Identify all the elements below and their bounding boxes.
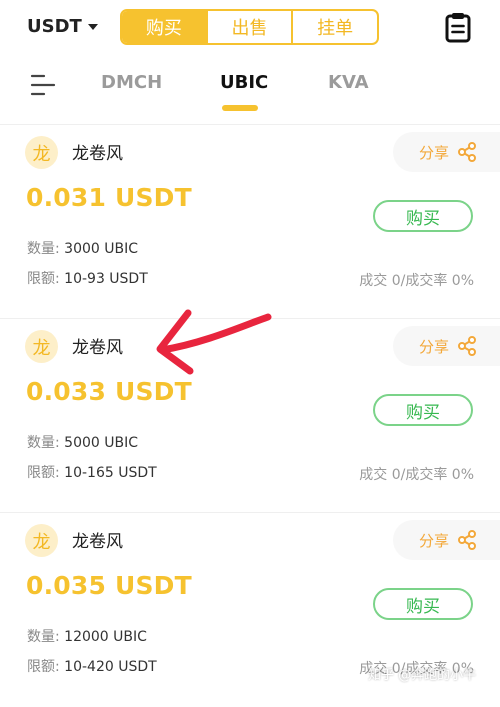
quantity-label: 数量:: [27, 435, 60, 451]
price: 0.033 USDT: [26, 377, 192, 406]
limit-value: 10-165 USDT: [64, 465, 157, 481]
trade-mode-segmented-control: 购买 出售 挂单: [120, 9, 379, 45]
buy-button[interactable]: 购买: [373, 588, 473, 620]
buy-button[interactable]: 购买: [373, 200, 473, 232]
limit-label: 限额:: [27, 271, 60, 287]
segment-buy[interactable]: 购买: [122, 11, 206, 43]
limit-row: 限额: 10-420 USDT: [27, 656, 157, 676]
share-button[interactable]: 分享: [393, 520, 500, 560]
watermark: 知乎 @奔跑的小牛: [368, 668, 477, 683]
limit-label: 限额:: [27, 465, 60, 481]
clipboard-icon[interactable]: [443, 11, 473, 43]
price: 0.031 USDT: [26, 183, 192, 212]
quantity-label: 数量:: [27, 629, 60, 645]
share-label: 分享: [419, 143, 450, 162]
tab-ubic[interactable]: UBIC: [220, 72, 268, 93]
share-icon: [458, 336, 477, 356]
quantity-value: 5000 UBIC: [64, 435, 139, 451]
quantity-value: 12000 UBIC: [64, 629, 147, 645]
trade-stats: 成交 0/成交率 0%: [359, 467, 474, 483]
top-bar: USDT 购买 出售 挂单: [0, 0, 500, 58]
share-label: 分享: [419, 337, 450, 356]
quantity-value: 3000 UBIC: [64, 241, 139, 257]
buy-button[interactable]: 购买: [373, 394, 473, 426]
trade-stats: 成交 0/成交率 0%: [359, 273, 474, 289]
avatar: 龙: [25, 524, 58, 557]
share-button[interactable]: 分享: [393, 132, 500, 172]
caret-down-icon: [87, 24, 98, 30]
quantity-row: 数量: 5000 UBIC: [27, 432, 138, 452]
limit-row: 限额: 10-165 USDT: [27, 462, 157, 482]
seller-name: 龙卷风: [72, 144, 123, 164]
share-icon: [458, 530, 477, 550]
currency-selector[interactable]: USDT: [27, 16, 98, 37]
avatar: 龙: [25, 136, 58, 169]
active-tab-indicator: [222, 105, 258, 111]
quantity-label: 数量:: [27, 241, 60, 257]
seller-name: 龙卷风: [72, 338, 123, 358]
share-button[interactable]: 分享: [393, 326, 500, 366]
segment-sell[interactable]: 出售: [205, 11, 292, 43]
tab-dmch[interactable]: DMCH: [101, 72, 162, 93]
seller-name: 龙卷风: [72, 532, 123, 552]
share-label: 分享: [419, 531, 450, 550]
annotation-arrow-icon: [156, 309, 272, 375]
limit-label: 限额:: [27, 659, 60, 675]
currency-label: USDT: [27, 16, 82, 37]
limit-row: 限额: 10-93 USDT: [27, 268, 148, 288]
order-card: 龙 龙卷风 分享 0.031 USDT 购买 数量: 3000 UBIC 限额:…: [0, 124, 500, 319]
avatar: 龙: [25, 330, 58, 363]
price: 0.035 USDT: [26, 571, 192, 600]
menu-icon[interactable]: [30, 73, 56, 97]
coin-tabs: DMCH UBIC KVA: [0, 62, 500, 116]
quantity-row: 数量: 3000 UBIC: [27, 238, 138, 258]
share-icon: [458, 142, 477, 162]
segment-post-order[interactable]: 挂单: [291, 11, 377, 43]
tab-kva[interactable]: KVA: [328, 72, 369, 93]
limit-value: 10-93 USDT: [64, 271, 148, 287]
limit-value: 10-420 USDT: [64, 659, 157, 675]
quantity-row: 数量: 12000 UBIC: [27, 626, 147, 646]
